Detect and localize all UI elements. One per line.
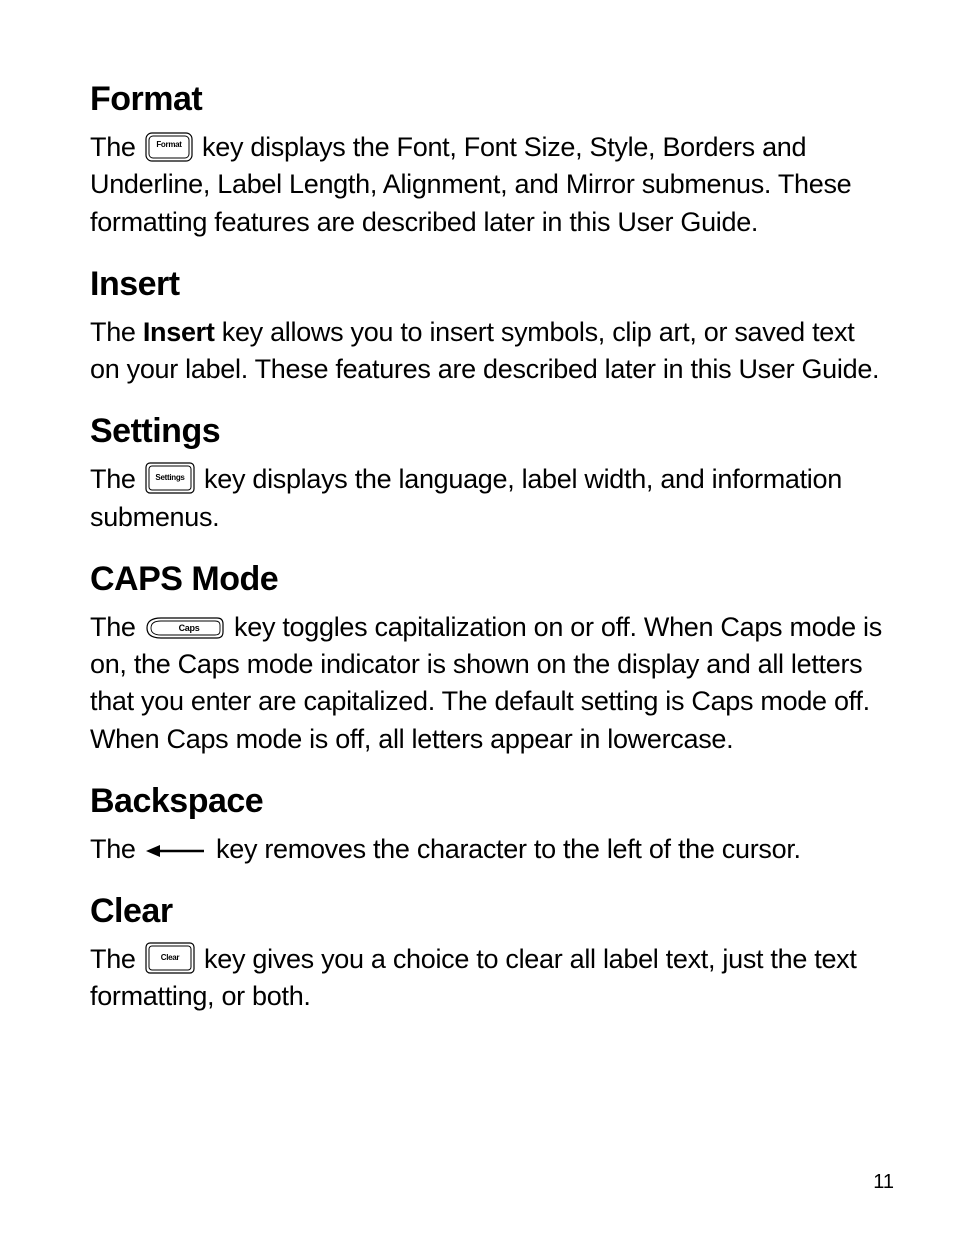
caps-key-icon: Caps <box>145 616 225 640</box>
clear-key-icon: Clear <box>145 942 195 974</box>
caps-key-label: Caps <box>178 623 199 633</box>
paragraph-insert: The Insert key allows you to insert symb… <box>90 314 884 389</box>
paragraph-settings: The Settings key displays the language, … <box>90 461 884 536</box>
text: The <box>90 464 143 494</box>
heading-settings: Settings <box>90 412 884 451</box>
text: The <box>90 317 143 347</box>
paragraph-format: The Format key displays the Font, Font S… <box>90 129 884 241</box>
paragraph-clear: The Clear key gives you a choice to clea… <box>90 941 884 1016</box>
page-content: Format The Format key displays the Font,… <box>0 0 954 1246</box>
text: The <box>90 944 143 974</box>
page-number: 11 <box>873 1171 894 1194</box>
settings-key-label: Settings <box>155 473 185 482</box>
clear-key-label: Clear <box>161 953 180 962</box>
insert-bold-word: Insert <box>143 317 215 347</box>
heading-caps: CAPS Mode <box>90 560 884 599</box>
text: key gives you a choice to clear all labe… <box>90 944 857 1011</box>
backspace-arrow-icon <box>146 843 206 859</box>
format-key-icon: Format <box>145 132 193 162</box>
settings-key-icon: Settings <box>145 462 195 494</box>
format-key-label: Format <box>156 140 182 149</box>
text: key displays the language, label width, … <box>90 464 842 531</box>
heading-backspace: Backspace <box>90 782 884 821</box>
text: The <box>90 132 143 162</box>
heading-format: Format <box>90 80 884 119</box>
paragraph-caps: The Caps key toggles capitalization on o… <box>90 609 884 758</box>
text: key removes the character to the left of… <box>216 834 801 864</box>
paragraph-backspace: The key removes the character to the lef… <box>90 831 884 868</box>
text: The <box>90 612 143 642</box>
heading-clear: Clear <box>90 892 884 931</box>
heading-insert: Insert <box>90 265 884 304</box>
text: The <box>90 834 143 864</box>
text: key displays the Font, Font Size, Style,… <box>90 132 851 237</box>
